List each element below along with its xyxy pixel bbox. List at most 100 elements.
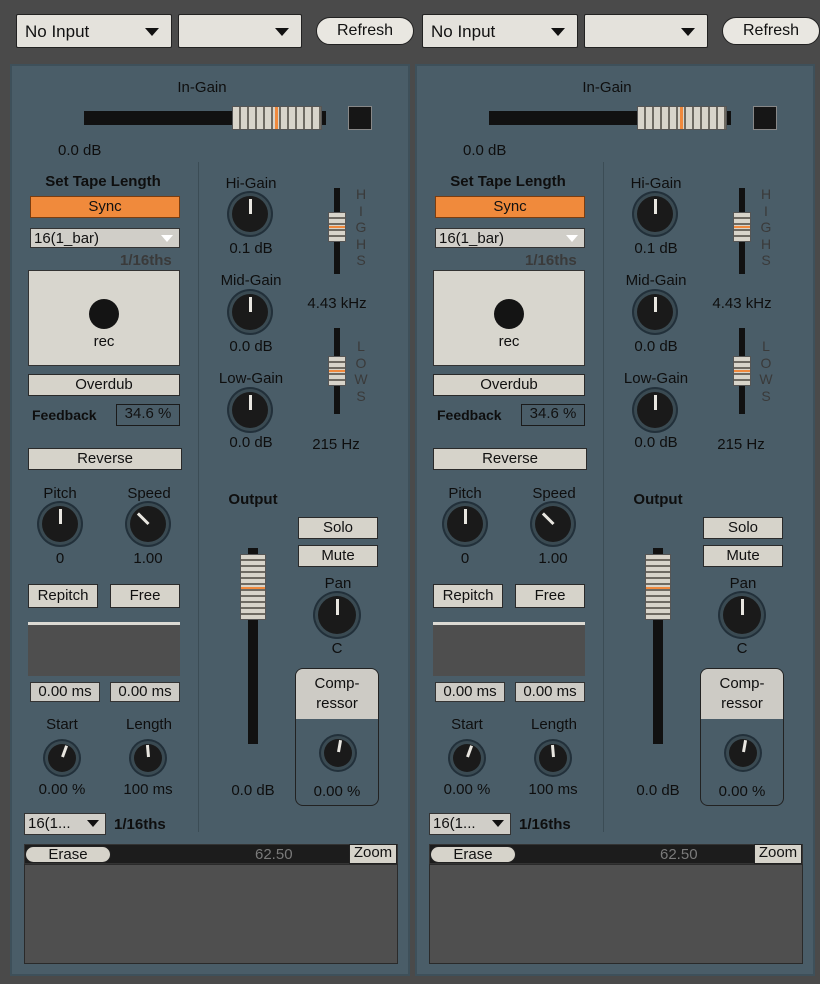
refresh-button-right[interactable]: Refresh [722,17,820,45]
rec-button[interactable]: rec [28,270,180,366]
repitch-button[interactable]: Repitch [433,584,503,608]
tape-length-select[interactable]: 16(1_bar) [435,228,585,248]
knob-indicator [249,395,252,410]
rec-button[interactable]: rec [433,270,585,366]
compressor-panel: Comp- ressor 0.00 % [295,668,379,806]
in-gain-value: 0.0 dB [463,142,507,159]
highs-letter: G [760,219,772,235]
ms-left-field[interactable]: 0.00 ms [435,682,505,702]
slider-marker [680,107,683,129]
overdub-button[interactable]: Overdub [433,374,585,396]
input-select-right[interactable]: No Input [422,14,578,48]
ms-right-field[interactable]: 0.00 ms [515,682,585,702]
overdub-button[interactable]: Overdub [28,374,180,396]
solo-button[interactable]: Solo [298,517,378,539]
input-channel-select-right[interactable] [584,14,708,48]
zoom-button[interactable]: Zoom [754,844,802,864]
waveform-display[interactable] [429,864,803,964]
grain-display[interactable] [433,622,585,676]
compressor-header[interactable]: Comp- ressor [701,669,783,719]
highs-letter: S [761,252,771,268]
in-gain-slider-handle[interactable] [232,106,322,130]
mute-button[interactable]: Mute [298,545,378,567]
feedback-value[interactable]: 34.6 % [116,404,180,426]
highs-letter: I [359,202,363,219]
ms-right-field[interactable]: 0.00 ms [110,682,180,702]
repitch-button[interactable]: Repitch [28,584,98,608]
highs-letter: S [356,252,366,268]
knob-indicator [654,199,657,214]
lows-freq-handle[interactable] [328,356,346,386]
pan-knob[interactable] [723,596,761,634]
start-knob[interactable] [453,744,481,772]
lows-label: L O W S [759,338,773,404]
speed-knob[interactable] [535,506,571,542]
highs-freq-handle[interactable] [328,212,346,242]
sixteenths-label: 1/16ths [525,252,577,269]
solo-button[interactable]: Solo [703,517,783,539]
divider [603,162,604,832]
length-knob[interactable] [539,744,567,772]
reverse-button[interactable]: Reverse [433,448,587,470]
waveform-display[interactable] [24,864,398,964]
compressor-panel: Comp- ressor 0.00 % [700,668,784,806]
compressor-value: 0.00 % [718,783,766,800]
start-value: 0.00 % [38,781,86,798]
pan-knob[interactable] [318,596,356,634]
zoom-button[interactable]: Zoom [349,844,397,864]
low-gain-knob[interactable] [637,392,673,428]
slider-marker [329,226,345,228]
knob-indicator [136,512,150,526]
pitch-knob[interactable] [447,506,483,542]
bottom-length-select[interactable]: 16(1... [429,813,511,835]
free-button[interactable]: Free [110,584,180,608]
input-channel-select-left[interactable] [178,14,302,48]
compressor-header[interactable]: Comp- ressor [296,669,378,719]
ms-left-field[interactable]: 0.00 ms [30,682,100,702]
input-select-left-value: No Input [25,22,90,41]
refresh-button-left[interactable]: Refresh [316,17,414,45]
bottom-sixteenths-label: 1/16ths [114,816,166,833]
free-button[interactable]: Free [515,584,585,608]
knob-indicator [59,509,62,524]
knob-indicator [541,512,555,526]
mid-gain-label: Mid-Gain [220,272,282,289]
in-gain-value: 0.0 dB [58,142,102,159]
erase-button[interactable]: Erase [25,846,111,863]
low-gain-value: 0.0 dB [229,434,273,451]
pan-value: C [736,640,748,657]
tape-length-select[interactable]: 16(1_bar) [30,228,180,248]
bottom-length-select[interactable]: 16(1... [24,813,106,835]
mute-button[interactable]: Mute [703,545,783,567]
in-gain-toggle[interactable] [348,106,372,130]
speed-knob[interactable] [130,506,166,542]
lows-freq-value: 215 Hz [312,436,360,453]
slider-marker [241,587,265,589]
channel-panel-1: In-Gain 0.0 dB Set Tape Length Sync 16(1… [10,64,410,976]
output-fader-handle[interactable] [645,554,671,620]
sync-button[interactable]: Sync [30,196,180,218]
lows-letter: O [760,354,772,371]
pitch-knob[interactable] [42,506,78,542]
start-knob[interactable] [48,744,76,772]
mid-gain-knob[interactable] [637,294,673,330]
in-gain-toggle[interactable] [753,106,777,130]
feedback-value[interactable]: 34.6 % [521,404,585,426]
mid-gain-knob[interactable] [232,294,268,330]
chevron-down-icon [87,820,99,827]
hi-gain-knob[interactable] [232,196,268,232]
in-gain-slider-handle[interactable] [637,106,727,130]
hi-gain-knob[interactable] [637,196,673,232]
grain-display[interactable] [28,622,180,676]
length-knob[interactable] [134,744,162,772]
highs-freq-handle[interactable] [733,212,751,242]
sync-button[interactable]: Sync [435,196,585,218]
reverse-button[interactable]: Reverse [28,448,182,470]
lows-freq-handle[interactable] [733,356,751,386]
compressor-knob[interactable] [324,739,352,767]
output-fader-handle[interactable] [240,554,266,620]
erase-button[interactable]: Erase [430,846,516,863]
compressor-knob[interactable] [729,739,757,767]
low-gain-knob[interactable] [232,392,268,428]
input-select-left[interactable]: No Input [16,14,172,48]
